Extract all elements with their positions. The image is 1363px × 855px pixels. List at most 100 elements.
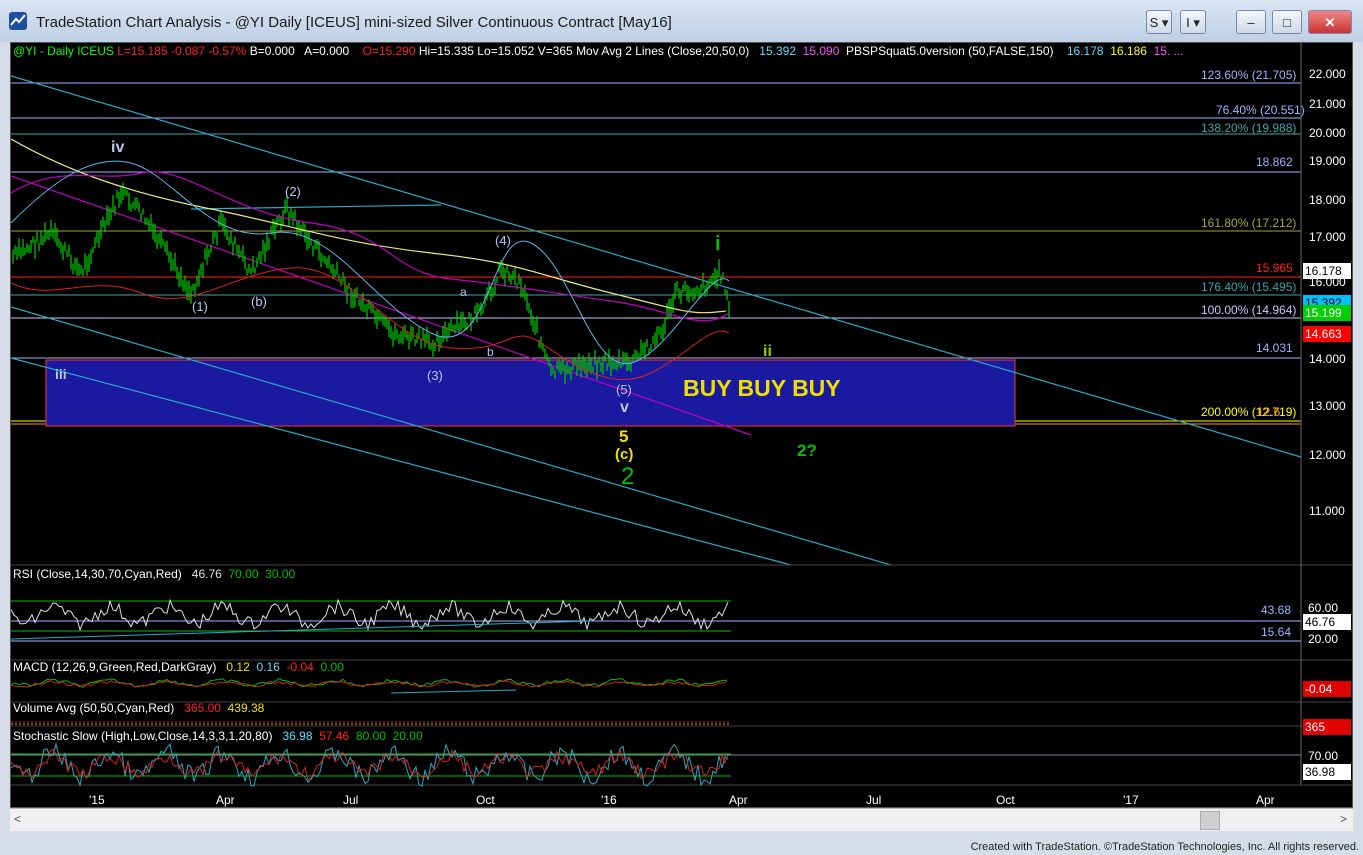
wave-label: iii xyxy=(55,366,67,382)
stoch-badge: 36.98 xyxy=(1303,764,1351,780)
price-tick: 22.000 xyxy=(1309,67,1346,81)
wave-label: 2 xyxy=(621,463,635,490)
price-badge: 16.178 xyxy=(1303,263,1351,279)
time-tick: Jul xyxy=(343,793,359,807)
price-tick: 14.000 xyxy=(1309,352,1346,366)
status-bar: Created with TradeStation. ©TradeStation… xyxy=(0,838,1363,855)
percent-change: -0.57% xyxy=(208,44,247,58)
level-label: 161.80% (17.212) xyxy=(1201,216,1297,230)
rsi-level: 43.68 xyxy=(1261,603,1292,617)
wave-label: b xyxy=(487,345,494,359)
pbs3-value: 15. xyxy=(1153,44,1171,58)
ma2-value: 15.090 xyxy=(802,44,840,58)
last-price: L=15.185 xyxy=(117,44,168,58)
price-tick: 18.000 xyxy=(1309,193,1346,207)
high-price: Hi=15.335 xyxy=(418,44,474,58)
volume-value: V=365 xyxy=(537,44,573,58)
wave-label: a xyxy=(460,285,467,299)
ask-price: A=0.000 xyxy=(304,44,350,58)
level-label: 14.031 xyxy=(1256,341,1293,355)
level-label: 12.6 xyxy=(1257,405,1281,419)
more-indicator: ... xyxy=(1173,44,1184,58)
price-tick: 19.000 xyxy=(1309,154,1346,168)
time-tick: Oct xyxy=(476,793,495,807)
i-menu-button[interactable]: I ▾ xyxy=(1180,10,1206,34)
price-chart xyxy=(11,43,1352,788)
price-tick: 20.000 xyxy=(1309,126,1346,140)
rsi-tick: 20.00 xyxy=(1308,632,1339,646)
price-badge: 15.199 xyxy=(1303,305,1351,321)
wave-label: (c) xyxy=(615,446,634,463)
wave-label: iv xyxy=(111,139,125,156)
volume-badge: 365 xyxy=(1303,719,1351,735)
close-button[interactable]: ✕ xyxy=(1308,10,1352,34)
level-label: 176.40% (15.495) xyxy=(1201,280,1297,294)
ma-label: Mov Avg 2 Lines (Close,20,50,0) xyxy=(576,44,750,58)
wave-label: (4) xyxy=(495,233,511,248)
time-tick: Jul xyxy=(866,793,882,807)
volume-header: Volume Avg (50,50,Cyan,Red) 365.00 439.3… xyxy=(13,701,265,715)
wave-label: 2? xyxy=(797,441,817,460)
rsi-tick: 60.00 xyxy=(1308,601,1339,615)
s-menu-button[interactable]: S ▾ xyxy=(1146,10,1172,34)
open-price: O=15.290 xyxy=(362,44,416,58)
bid-price: B=0.000 xyxy=(249,44,295,58)
level-label: 15.965 xyxy=(1256,261,1293,275)
wave-label: (2) xyxy=(285,184,301,199)
scroll-right-icon[interactable]: > xyxy=(1340,812,1347,826)
window-title: TradeStation Chart Analysis - @YI Daily … xyxy=(36,14,672,31)
time-tick: Apr xyxy=(1256,793,1275,807)
wave-label: i xyxy=(715,233,721,255)
ma1-value: 15.392 xyxy=(759,44,796,58)
rsi-badge: 46.76 xyxy=(1303,614,1351,630)
chart-area[interactable]: @YI - Daily ICEUS L=15.185 -0.087 -0.57%… xyxy=(10,42,1353,808)
buy-zone-text: BUY BUY BUY xyxy=(683,375,841,401)
wave-label: (3) xyxy=(427,368,443,383)
minimize-button[interactable]: – xyxy=(1236,10,1266,34)
stoch-header: Stochastic Slow (High,Low,Close,14,3,3,1… xyxy=(13,729,423,743)
horizontal-scrollbar[interactable]: < > xyxy=(10,808,1353,831)
level-label: 18.862 xyxy=(1256,155,1293,169)
price-tick: 21.000 xyxy=(1309,97,1346,111)
pbs1-value: 16.178 xyxy=(1066,44,1104,58)
price-tick: 17.000 xyxy=(1309,230,1346,244)
rsi-level: 15.64 xyxy=(1261,625,1292,639)
chart-header: @YI - Daily ICEUS L=15.185 -0.087 -0.57%… xyxy=(13,44,1184,58)
time-tick: Apr xyxy=(729,793,748,807)
pbs-label: PBSPSquat5.0version (50,FALSE,150) xyxy=(846,44,1054,58)
maximize-button[interactable]: □ xyxy=(1272,10,1302,34)
tradestation-logo-icon xyxy=(9,12,27,30)
time-tick: Oct xyxy=(996,793,1015,807)
level-label: 200.00% (12.719) xyxy=(1201,405,1297,419)
symbol-label: @YI - Daily ICEUS xyxy=(13,44,114,58)
macd-header: MACD (12,26,9,Green,Red,DarkGray) 0.12 0… xyxy=(13,660,344,674)
level-label: 138.20% (19.988) xyxy=(1201,121,1297,135)
level-label: 100.00% (14.964) xyxy=(1201,303,1297,317)
price-tick: 12.000 xyxy=(1309,448,1346,462)
stoch-tick: 70.00 xyxy=(1308,749,1339,763)
wave-label: (b) xyxy=(251,294,267,309)
time-tick: '15 xyxy=(89,793,105,807)
price-tick: 13.000 xyxy=(1309,399,1346,413)
wave-label: (1) xyxy=(192,299,208,314)
time-tick: Apr xyxy=(216,793,235,807)
level-label: 76.40% (20.551) xyxy=(1216,103,1305,117)
buy-zone-box xyxy=(45,359,1016,427)
title-bar: TradeStation Chart Analysis - @YI Daily … xyxy=(0,0,1363,42)
rsi-header: RSI (Close,14,30,70,Cyan,Red) 46.76 70.0… xyxy=(13,567,296,581)
pbs2-value: 16.186 xyxy=(1110,44,1147,58)
wave-label: (5) xyxy=(616,382,632,397)
scroll-left-icon[interactable]: < xyxy=(14,812,21,826)
level-label: 123.60% (21.705) xyxy=(1201,68,1297,82)
price-tick: 11.000 xyxy=(1309,504,1345,518)
wave-label: ii xyxy=(763,343,772,360)
scroll-thumb[interactable] xyxy=(1200,811,1220,830)
wave-label: v xyxy=(620,399,629,416)
time-tick: '16 xyxy=(601,793,617,807)
macd-badge: -0.04 xyxy=(1303,681,1351,697)
low-price: Lo=15.052 xyxy=(477,44,535,58)
wave-label: 5 xyxy=(619,427,629,446)
copyright-text: Created with TradeStation. ©TradeStation… xyxy=(970,841,1359,853)
time-tick: '17 xyxy=(1123,793,1139,807)
price-badge: 14.663 xyxy=(1303,326,1351,342)
